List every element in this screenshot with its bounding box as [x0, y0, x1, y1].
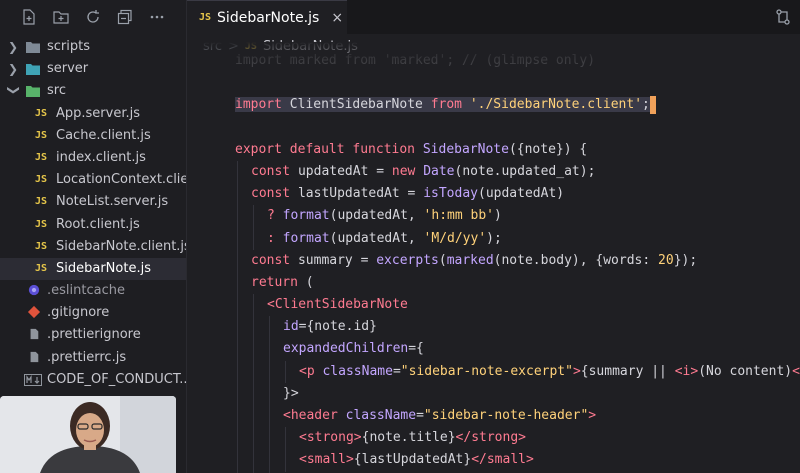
- file-icon: [30, 329, 39, 340]
- js-file-icon: JS: [35, 240, 48, 252]
- chevron-right-icon: ❯: [8, 62, 19, 77]
- more-icon[interactable]: [148, 8, 166, 26]
- presenter-video: [0, 396, 176, 473]
- tree-folder-src[interactable]: ❯ src: [0, 80, 186, 102]
- code-line: const lastUpdatedAt = isToday(updatedAt): [187, 183, 800, 206]
- tree-file-prettierignore[interactable]: .prettierignore: [0, 324, 186, 346]
- js-file-icon: JS: [35, 262, 48, 274]
- eslint-icon: [28, 284, 40, 296]
- webcam-overlay: [0, 396, 176, 473]
- tree-file-sidebarnote[interactable]: JS SidebarNote.js: [0, 257, 186, 281]
- tree-item-label: SidebarNote.js: [56, 260, 151, 276]
- js-file-icon: JS: [35, 107, 48, 119]
- tree-file-eslintcache[interactable]: .eslintcache: [0, 280, 186, 302]
- code-line: ? format(updatedAt, 'h:mm bb'): [187, 205, 800, 228]
- tree-item-label: Root.client.js: [56, 216, 140, 232]
- tree-item-label: index.client.js: [56, 149, 146, 165]
- code-line: <ClientSidebarNote: [187, 294, 800, 317]
- folder-icon: [26, 64, 40, 76]
- tree-item-label: .prettierignore: [47, 327, 141, 343]
- code-line: <p className="sidebar-note-excerpt">{sum…: [187, 360, 800, 383]
- tree-item-label: CODE_OF_CONDUCT....: [47, 371, 186, 387]
- explorer-toolbar: [20, 6, 176, 28]
- chevron-down-icon: ❯: [7, 85, 22, 96]
- tree-item-label: NoteList.server.js: [56, 194, 169, 210]
- git-icon: [27, 306, 41, 319]
- markdown-icon: [24, 373, 42, 386]
- tree-item-label: server: [47, 61, 89, 77]
- code-line: id={note.id}: [187, 316, 800, 339]
- tree-file-index-client[interactable]: JS index.client.js: [0, 147, 186, 169]
- tree-file-prettierrc[interactable]: .prettierrc.js: [0, 347, 186, 369]
- tree-item-label: .prettierrc.js: [47, 349, 127, 365]
- compare-changes-icon[interactable]: [774, 8, 792, 26]
- code-line: expandedChildren={: [187, 338, 800, 361]
- file-tree: ❯ scripts ❯ server ❯ src JS App.server.j…: [0, 36, 186, 391]
- tree-file-location-context[interactable]: JS LocationContext.clie...: [0, 169, 186, 191]
- tree-item-label: Cache.client.js: [56, 127, 151, 143]
- scroll-shadow: [187, 42, 800, 64]
- tree-file-code-of-conduct[interactable]: CODE_OF_CONDUCT....: [0, 369, 186, 391]
- tree-item-label: .eslintcache: [47, 283, 125, 299]
- tab-label: SidebarNote.js: [217, 9, 320, 26]
- tree-folder-server[interactable]: ❯ server: [0, 58, 186, 80]
- tree-file-notelist-server[interactable]: JS NoteList.server.js: [0, 191, 186, 213]
- tab-bar: JS SidebarNote.js ×: [187, 0, 800, 34]
- code-line: <strong>{note.title}</strong>: [187, 427, 800, 450]
- js-file-icon: JS: [199, 12, 212, 23]
- tree-item-label: SidebarNote.client.js: [56, 238, 186, 254]
- js-file-icon: JS: [35, 218, 48, 230]
- tree-item-label: LocationContext.clie...: [56, 172, 186, 188]
- code-line: <header className="sidebar-note-header">: [187, 405, 800, 428]
- tree-folder-scripts[interactable]: ❯ scripts: [0, 36, 186, 58]
- tree-item-label: App.server.js: [56, 105, 141, 121]
- tree-file-root-client[interactable]: JS Root.client.js: [0, 214, 186, 236]
- js-file-icon: JS: [35, 129, 48, 141]
- tree-item-label: src: [47, 83, 66, 99]
- tree-file-cache-client[interactable]: JS Cache.client.js: [0, 125, 186, 147]
- tree-item-label: .gitignore: [47, 305, 110, 321]
- js-file-icon: JS: [35, 174, 48, 186]
- code-line: }>: [187, 382, 800, 405]
- collapse-icon[interactable]: [116, 8, 134, 26]
- new-file-icon[interactable]: [20, 8, 38, 26]
- code-line: : format(updatedAt, 'M/d/yy');: [187, 227, 800, 250]
- tab-sidebarnote[interactable]: JS SidebarNote.js ×: [187, 0, 347, 34]
- folder-open-icon: [26, 86, 40, 98]
- chevron-right-icon: ❯: [8, 40, 19, 54]
- code-line: const updatedAt = new Date(note.updated_…: [187, 160, 800, 184]
- code-line: <small>{lastUpdatedAt}</small>: [187, 449, 800, 472]
- refresh-icon[interactable]: [84, 8, 102, 26]
- tree-file-sidebarnote-client[interactable]: JS SidebarNote.client.js: [0, 236, 186, 258]
- tree-file-gitignore[interactable]: .gitignore: [0, 302, 186, 324]
- code-line: import ClientSidebarNote from './Sidebar…: [187, 94, 800, 116]
- code-line: const summary = excerpts(marked(note.bod…: [187, 249, 800, 272]
- close-icon[interactable]: ×: [331, 10, 343, 26]
- js-file-icon: JS: [35, 196, 48, 208]
- js-file-icon: JS: [35, 151, 48, 163]
- selected-import-statement: import ClientSidebarNote from './Sidebar…: [235, 97, 650, 113]
- text-cursor: [649, 95, 656, 114]
- code-line: return (: [187, 271, 800, 295]
- editor-pane: JS SidebarNote.js × src > JS SidebarNote…: [187, 0, 800, 473]
- code-line: export default function SidebarNote({not…: [235, 141, 588, 157]
- editor-actions: [774, 8, 792, 26]
- file-icon: [30, 351, 39, 362]
- tree-file-app-server[interactable]: JS App.server.js: [0, 103, 186, 125]
- new-folder-icon[interactable]: [52, 8, 70, 26]
- code-editor[interactable]: import marked from 'marked'; // (glimpse…: [187, 42, 800, 473]
- folder-icon: [26, 42, 40, 53]
- tree-item-label: scripts: [47, 39, 90, 54]
